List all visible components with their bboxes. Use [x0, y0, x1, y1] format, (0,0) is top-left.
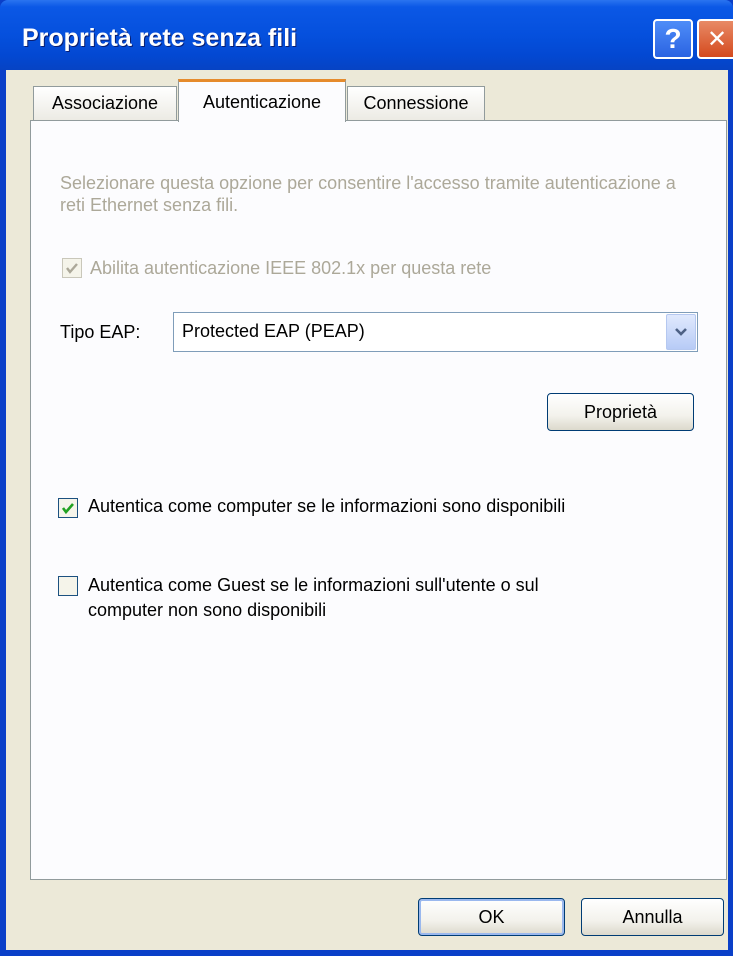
cancel-button[interactable]: Annulla [581, 898, 724, 936]
enable-8021x-label: Abilita autenticazione IEEE 802.1x per q… [90, 258, 492, 278]
auth-as-guest-label-line2: computer non sono disponibili [88, 600, 327, 620]
auth-as-guest-checkbox[interactable] [58, 576, 78, 596]
eap-type-label: Tipo EAP: [60, 322, 141, 342]
checkmark-icon [61, 503, 74, 515]
close-button[interactable]: ✕ [697, 19, 733, 59]
close-icon: ✕ [706, 25, 728, 53]
help-button[interactable]: ? [653, 19, 693, 59]
title-bar[interactable]: Proprietà rete senza fili ? ✕ [0, 0, 733, 70]
dropdown-arrow[interactable] [666, 314, 696, 350]
tab-connessione[interactable]: Connessione [347, 86, 485, 120]
auth-as-computer-label: Autentica come computer se le informazio… [88, 496, 566, 516]
eap-type-value: Protected EAP (PEAP) [182, 321, 365, 341]
window-title: Proprietà rete senza fili [22, 24, 298, 52]
tab-autenticazione[interactable]: Autenticazione [178, 79, 346, 122]
ok-button[interactable]: OK [418, 898, 565, 936]
chevron-down-icon [675, 328, 687, 336]
enable-8021x-checkbox[interactable] [62, 258, 82, 278]
auth-as-computer-checkbox[interactable] [58, 498, 78, 518]
dialog-window: Proprietà rete senza fili ? ✕ Associazio… [0, 0, 733, 956]
description-text: Selezionare questa opzione per consentir… [60, 173, 676, 215]
help-icon: ? [664, 23, 682, 54]
eap-type-select[interactable]: Protected EAP (PEAP) [173, 312, 698, 352]
window-bottom-border [0, 950, 733, 956]
checkmark-icon [66, 263, 78, 274]
properties-button[interactable]: Proprietà [547, 393, 694, 431]
auth-as-guest-label-line1: Autentica come Guest se le informazioni … [88, 575, 539, 595]
tab-associazione[interactable]: Associazione [33, 86, 177, 120]
